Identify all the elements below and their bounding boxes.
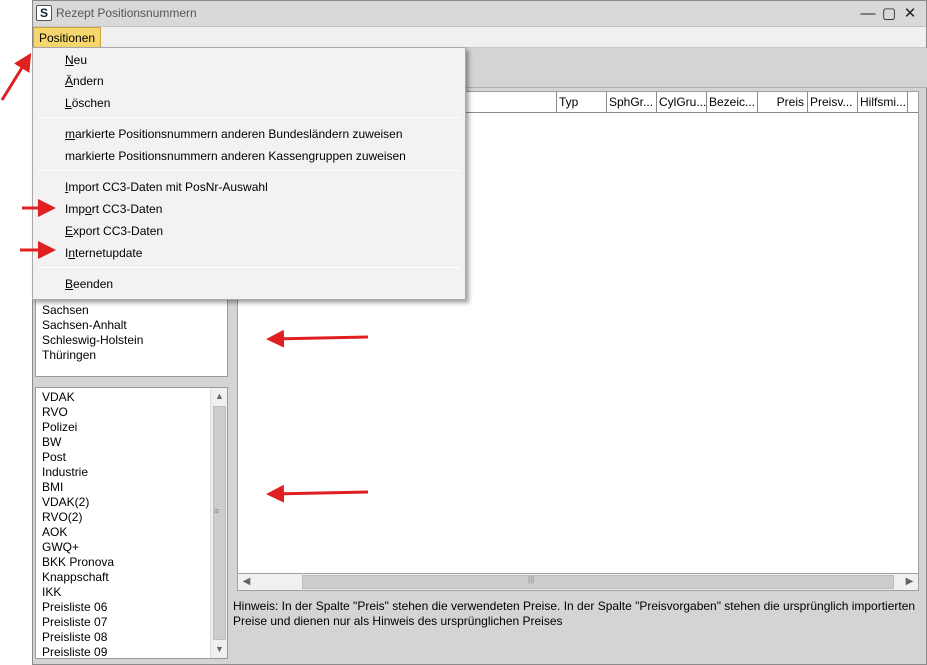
scroll-right-icon[interactable]: ▶	[901, 574, 918, 590]
list-item[interactable]: GWQ+	[36, 540, 227, 555]
close-button[interactable]: ✕	[900, 4, 920, 24]
list-item[interactable]: Post	[36, 450, 227, 465]
minimize-button[interactable]: —	[858, 4, 878, 24]
menu-bar: Positionen	[33, 27, 926, 48]
list-item[interactable]: BMI	[36, 480, 227, 495]
menu-item-loeschen[interactable]: Löschen	[65, 93, 110, 113]
scroll-down-icon[interactable]: ▼	[211, 641, 227, 658]
list-item[interactable]: Preisliste 07	[36, 615, 227, 630]
title-bar: S Rezept Positionsnummern — ▢ ✕	[33, 1, 926, 27]
kassengruppen-list[interactable]: VDAK RVO Polizei BW Post Industrie BMI V…	[35, 387, 228, 659]
menu-item-kassengruppen-zuweisen[interactable]: markierte Positionsnummern anderen Kasse…	[65, 146, 406, 166]
list-item[interactable]: Sachsen	[36, 303, 227, 318]
menu-item-import-posnr-auswahl[interactable]: Import CC3-Daten mit PosNr-Auswahl	[65, 177, 268, 197]
col-bezeic[interactable]: Bezeic...	[706, 92, 757, 113]
list-item[interactable]: BKK Pronova	[36, 555, 227, 570]
list-item[interactable]: Knappschaft	[36, 570, 227, 585]
list-item[interactable]: VDAK	[36, 390, 227, 405]
hint-text: Hinweis: In der Spalte "Preis" stehen di…	[233, 599, 916, 628]
scroll-left-icon[interactable]: ◀	[238, 574, 255, 590]
menu-item-internetupdate[interactable]: Internetupdate	[65, 243, 142, 263]
menu-separator	[38, 267, 460, 268]
list-item[interactable]: RVO	[36, 405, 227, 420]
col-preisv[interactable]: Preisv...	[807, 92, 857, 113]
window-title: Rezept Positionsnummern	[56, 6, 197, 20]
app-icon: S	[36, 5, 52, 21]
scroll-thumb[interactable]	[213, 406, 226, 640]
list-item[interactable]: Sachsen-Anhalt	[36, 318, 227, 333]
menu-item-neu[interactable]: Neu	[65, 50, 87, 70]
list-item[interactable]: Preisliste 08	[36, 630, 227, 645]
menu-positionen[interactable]: Positionen	[33, 27, 102, 48]
col-sphgr[interactable]: SphGr...	[606, 92, 656, 113]
list-item[interactable]: Preisliste 09	[36, 645, 227, 658]
list-item[interactable]: Schleswig-Holstein	[36, 333, 227, 348]
list-item[interactable]: Industrie	[36, 465, 227, 480]
list-item[interactable]: IKK	[36, 585, 227, 600]
scroll-thumb[interactable]	[302, 575, 894, 589]
arrow-to-menu-icon	[0, 52, 32, 101]
list-item[interactable]: RVO(2)	[36, 510, 227, 525]
menu-item-export-cc3[interactable]: Export CC3-Daten	[65, 221, 163, 241]
scroll-grip-icon: |||	[528, 575, 535, 584]
positionen-dropdown-menu: Neu Ändern Löschen markierte Positionsnu…	[32, 47, 466, 300]
toolbar-area	[465, 48, 927, 88]
vertical-scrollbar[interactable]: ▲ ≡ ▼	[210, 388, 227, 658]
menu-item-beenden[interactable]: Beenden	[65, 274, 113, 294]
list-item[interactable]: Polizei	[36, 420, 227, 435]
col-preis[interactable]: Preis	[757, 92, 807, 113]
menu-separator	[38, 170, 460, 171]
scroll-grip-icon: ≡	[214, 506, 220, 516]
col-typ[interactable]: Typ	[556, 92, 606, 113]
scroll-up-icon[interactable]: ▲	[211, 388, 227, 405]
horizontal-scrollbar[interactable]: ◀ ||| ▶	[237, 573, 919, 591]
list-item[interactable]: Thüringen	[36, 348, 227, 363]
maximize-button[interactable]: ▢	[879, 4, 899, 24]
list-item[interactable]: Preisliste 06	[36, 600, 227, 615]
list-item[interactable]: AOK	[36, 525, 227, 540]
col-hilfsmi[interactable]: Hilfsmi...	[857, 92, 908, 113]
list-item[interactable]: BW	[36, 435, 227, 450]
menu-item-bundeslaender-zuweisen[interactable]: markierte Positionsnummern anderen Bunde…	[65, 124, 403, 144]
menu-separator	[38, 117, 460, 118]
menu-item-import-cc3[interactable]: Import CC3-Daten	[65, 199, 162, 219]
menu-item-aendern[interactable]: Ändern	[65, 71, 104, 91]
col-cylgru[interactable]: CylGru...	[656, 92, 706, 113]
list-item[interactable]: VDAK(2)	[36, 495, 227, 510]
